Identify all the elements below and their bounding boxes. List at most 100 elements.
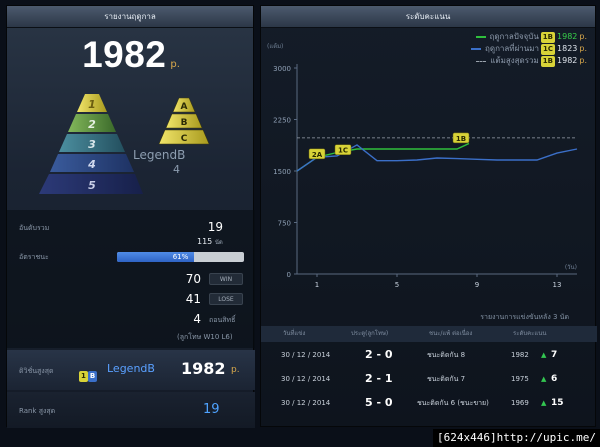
points-unit: p.: [170, 59, 180, 70]
x-tick-label: 13: [553, 281, 562, 289]
match-streak: ชนะติดกัน 6 (ชนะขาย): [417, 399, 489, 407]
best-division-badge-right: B: [87, 371, 98, 382]
losses-label: LOSE: [209, 293, 243, 305]
best-division-row: ดิวิชั่นสูงสุด 1B LegendB 1982 p.: [7, 350, 255, 390]
division-marker-label: 1C: [338, 147, 348, 155]
legend-value: 1823: [557, 44, 578, 53]
best-division-unit: p.: [231, 365, 240, 375]
win-rate-label: อัตราชนะ: [19, 253, 49, 261]
total-rank-value: 19: [207, 220, 223, 234]
draws-value: 4: [193, 312, 201, 326]
season-points: 1982 p.: [7, 34, 255, 76]
x-tick-label: 5: [395, 281, 399, 289]
subtier-label: B: [181, 118, 188, 128]
pyramid-level-label: 5: [88, 179, 96, 192]
x-axis-label: (วัน): [565, 264, 577, 271]
legend-value: 1982: [557, 56, 578, 65]
match-points: 1969: [511, 399, 529, 407]
total-rank-label: อันดับรวม: [19, 224, 50, 232]
legend-name: แต้มสูงสุดรวม: [490, 56, 539, 65]
best-rank-label: Rank สูงสุด: [19, 407, 56, 415]
col-date: วันที่แข่ง: [283, 330, 306, 337]
match-streak: ชนะติดกัน 8: [427, 351, 466, 359]
y-axis-label: (แต้ม): [267, 43, 283, 50]
match-streak: ชนะติดกัน 7: [427, 375, 466, 383]
legend-name: ฤดูกาลปัจจุบัน: [489, 32, 539, 41]
best-division-points: 1982: [181, 359, 226, 378]
record-note: (ลูกโทษ W10 L6): [177, 333, 233, 341]
legend-swatch: [471, 48, 482, 50]
match-score: 2 - 1: [365, 372, 393, 385]
legend-badge: 1C: [541, 43, 556, 55]
match-row: 30 / 12 / 2014 5 - 0 ชนะติดกัน 6 (ชนะขาย…: [261, 391, 597, 415]
legend-badge: 1B: [540, 31, 556, 43]
x-tick-label: 1: [315, 281, 319, 289]
draws-label: ถอนสิทธิ์: [209, 316, 236, 324]
screen: รายงานฤดูกาล 1982 p. 1 2 3 4 5 A B C Leg…: [0, 0, 600, 447]
matches-table-header: วันที่แข่ง ประตู(ลูกโทษ) ชนะ/แพ้ ต่อเนื่…: [261, 326, 597, 342]
match-date: 30 / 12 / 2014: [281, 351, 331, 359]
legend-unit: p.: [579, 44, 587, 53]
match-points: 1982: [511, 351, 529, 359]
win-rate-text: 61%: [172, 253, 189, 261]
win-rate-bar: 61%: [117, 252, 244, 262]
y-tick-label: 750: [278, 220, 291, 228]
subtier-label: A: [181, 102, 188, 112]
y-tick-label: 2250: [273, 117, 291, 125]
y-tick-label: 1500: [273, 168, 291, 176]
legend-badge: 1B: [540, 55, 556, 67]
season-report-panel: รายงานฤดูกาล 1982 p. 1 2 3 4 5 A B C Leg…: [6, 5, 255, 428]
rating-title: ระดับคะแนน: [261, 6, 595, 28]
legend-value: 1982: [557, 32, 578, 41]
legend-item-previous: ฤดูกาลที่ผ่านมา 1C 1823 p.: [471, 43, 587, 55]
x-tick-label: 9: [475, 281, 479, 289]
legend-swatch: [476, 60, 487, 62]
col-rating: ระดับคะแนน: [513, 330, 547, 337]
image-host-credit: [624x446]http://upic.me/: [433, 429, 600, 447]
division-marker-label: 1B: [456, 135, 466, 143]
col-streak: ชนะ/แพ้ ต่อเนื่อง: [429, 330, 473, 337]
arrow-up-icon: ▲: [541, 375, 547, 383]
match-delta: 6: [551, 374, 558, 384]
total-players-value: 115: [197, 237, 213, 246]
losses-value: 41: [185, 292, 201, 306]
current-tier-number: 4: [173, 163, 180, 176]
match-row: 30 / 12 / 2014 2 - 1 ชนะติดกัน 7 1975 ▲ …: [261, 367, 597, 391]
y-tick-label: 3000: [273, 65, 291, 73]
match-points: 1975: [511, 375, 529, 383]
pyramid-level-label: 3: [88, 138, 96, 151]
recent-matches-caption: รายงานการแข่งขันหลัง 3 นัด: [480, 313, 569, 321]
division-marker-label: 2A: [312, 151, 323, 159]
legend-item-best: แต้มสูงสุดรวม 1B 1982 p.: [471, 55, 587, 67]
match-score: 5 - 0: [365, 396, 393, 409]
points-value: 1982: [82, 34, 167, 75]
best-rank-row: Rank สูงสุด 19: [7, 392, 255, 428]
rating-chart: 30002250150075001 5 9 13(แต้ม)(วัน)2A1C1B: [267, 43, 578, 289]
wins-value: 70: [185, 272, 201, 286]
legend-name: ฤดูกาลที่ผ่านมา: [485, 44, 539, 53]
chart-legend: ฤดูกาลปัจจุบัน 1B 1982 p. ฤดูกาลที่ผ่านม…: [471, 31, 587, 67]
wins-label: WIN: [209, 273, 243, 285]
pyramid-level-label: 2: [88, 118, 96, 131]
arrow-up-icon: ▲: [541, 399, 547, 407]
division-pyramid: 1 2 3 4 5 A B C: [39, 94, 210, 194]
legend-item-current: ฤดูกาลปัจจุบัน 1B 1982 p.: [471, 31, 587, 43]
match-score: 2 - 0: [365, 348, 393, 361]
best-division-label: ดิวิชั่นสูงสุด: [19, 367, 54, 375]
total-players-unit: นัด: [214, 239, 223, 246]
legend-unit: p.: [579, 56, 587, 65]
col-score: ประตู(ลูกโทษ): [351, 330, 389, 337]
season-stats: อันดับรวม 19 115 นัด อัตราชนะ 70 WIN 41 …: [7, 210, 255, 348]
match-row: 30 / 12 / 2014 2 - 0 ชนะติดกัน 8 1982 ▲ …: [261, 343, 597, 367]
best-rank-value: 19: [203, 402, 220, 417]
rating-panel: ระดับคะแนน 3000 2250 1500 750 0 1 5 9 13 (แต้ม) (ว…: [260, 5, 597, 427]
y-tick-label: 0: [287, 271, 291, 279]
match-date: 30 / 12 / 2014: [281, 375, 331, 383]
arrow-up-icon: ▲: [541, 351, 547, 359]
legend-swatch: [475, 36, 486, 38]
match-delta: 15: [551, 398, 564, 408]
match-delta: 7: [551, 350, 558, 360]
match-date: 30 / 12 / 2014: [281, 399, 331, 407]
subtier-label: C: [181, 134, 188, 144]
pyramid-level-label: 1: [88, 98, 96, 111]
